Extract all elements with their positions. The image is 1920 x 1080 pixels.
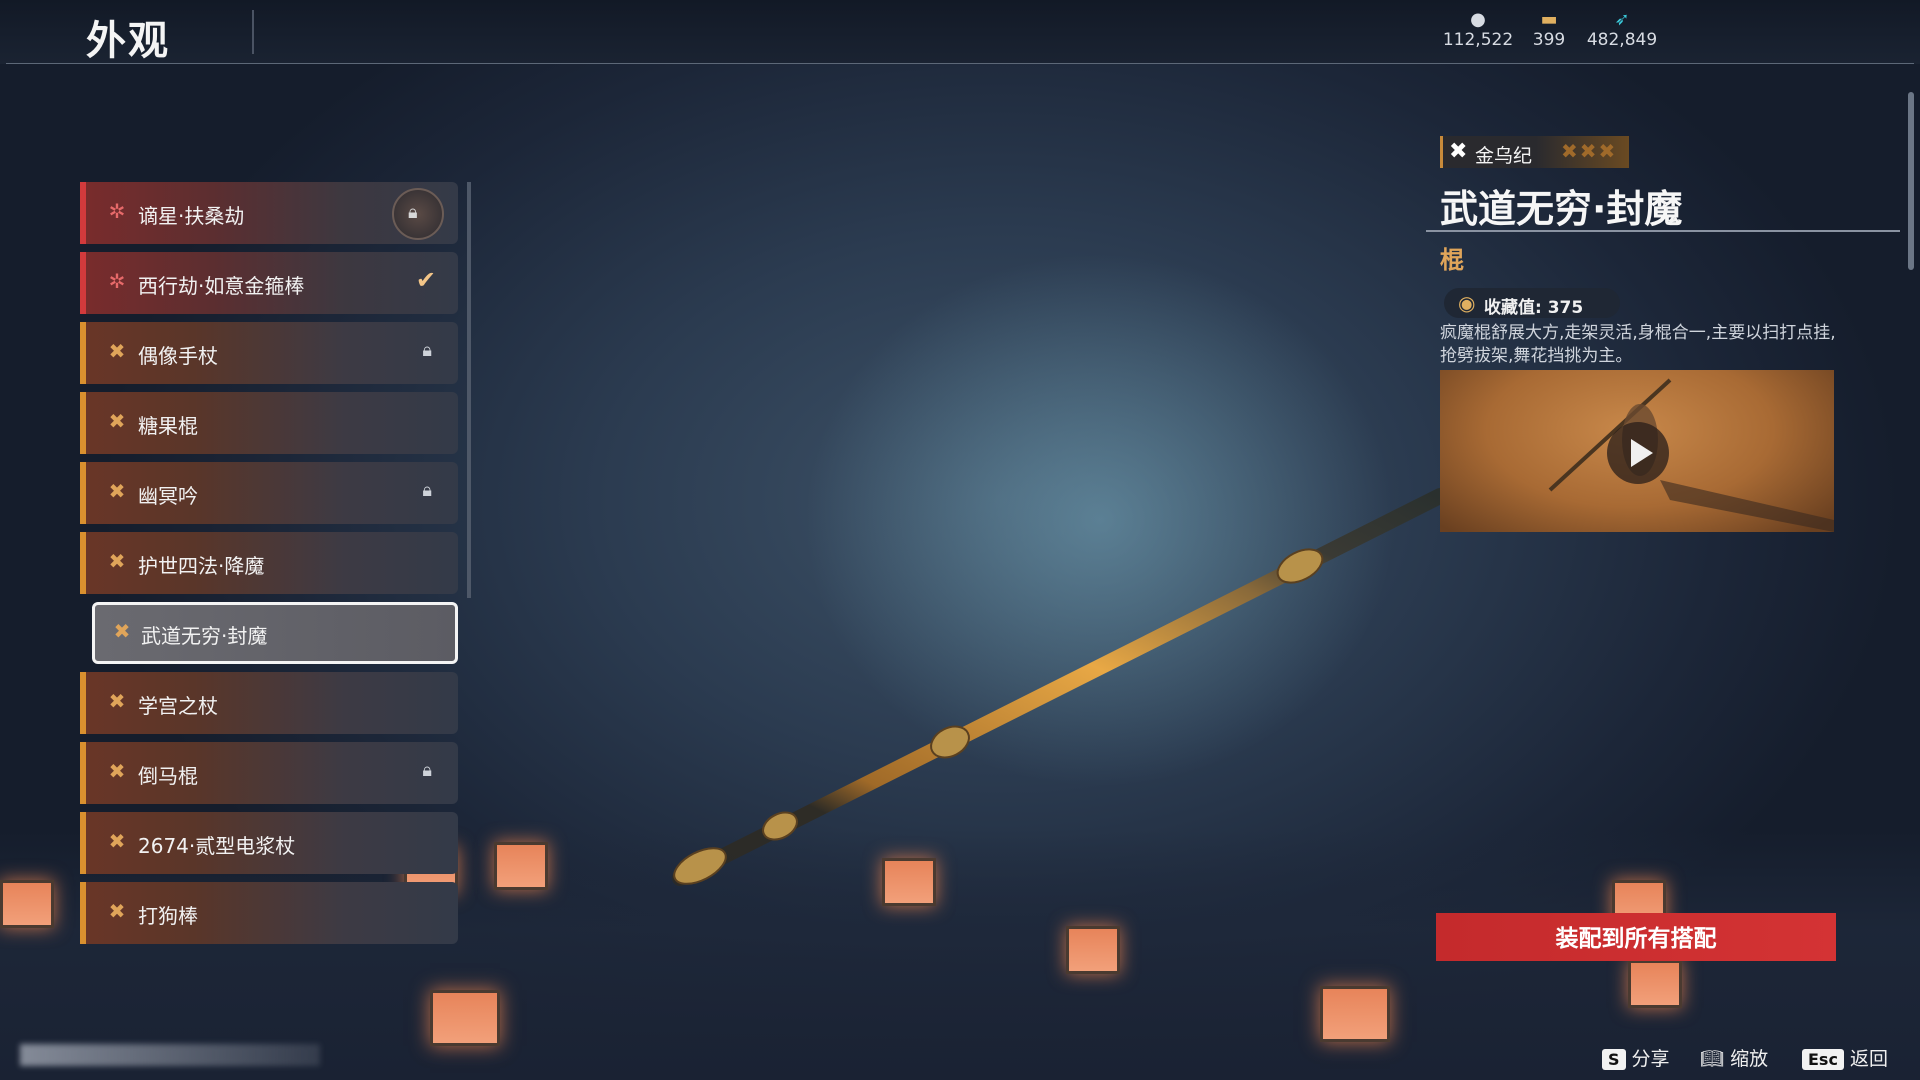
star-icon: ✲ <box>108 199 126 223</box>
lantern <box>1320 986 1390 1042</box>
cross-emblem-icon: ✖ <box>108 899 126 923</box>
detail-scrollbar[interactable] <box>1908 92 1914 270</box>
page-title: 外观 <box>86 18 170 64</box>
currency-value: 399 <box>1532 30 1566 50</box>
list-item[interactable]: ✖ 偶像手杖 🔒︎ <box>80 322 458 384</box>
top-bar: 外观 ● 112,522 ▬ 399 ➶ 482,849 <box>0 0 1920 64</box>
zoom-hint[interactable]: 📖︎ 缩放 <box>1700 1044 1768 1071</box>
list-item-label: 护世四法·降魔 <box>138 554 265 578</box>
list-item-label: 倒马棍 <box>138 764 198 788</box>
list-scrollbar[interactable] <box>467 182 471 598</box>
cross-emblem-icon: ✖ <box>108 409 126 433</box>
blurred-overlay <box>20 1044 320 1066</box>
list-item[interactable]: ✖ 倒马棍 🔒︎ <box>80 742 458 804</box>
rarity-bar <box>80 182 86 244</box>
rarity-bar <box>80 532 86 594</box>
rarity-bar <box>80 462 86 524</box>
list-item[interactable]: ✖ 打狗棒 <box>80 882 458 944</box>
list-item-label: 幽冥吟 <box>138 484 198 508</box>
currency-value: 112,522 <box>1442 30 1514 50</box>
list-item-label: 偶像手杖 <box>138 344 218 368</box>
rarity-bar <box>80 672 86 734</box>
hint-label: 缩放 <box>1730 1048 1769 1070</box>
collection-value-badge: ◉ 收藏值: 375 <box>1444 288 1620 318</box>
lantern <box>1066 926 1120 974</box>
back-hint[interactable]: Esc 返回 <box>1802 1044 1888 1071</box>
list-item-label: 打狗棒 <box>138 904 198 928</box>
currency-tickets: ▬ 399 <box>1528 9 1570 51</box>
currency-coins: ● 112,522 <box>1440 9 1516 51</box>
rarity-bar <box>80 882 86 944</box>
lantern <box>1628 960 1682 1008</box>
top-divider <box>6 63 1914 64</box>
share-hint[interactable]: S 分享 <box>1602 1044 1670 1071</box>
rarity-bar <box>80 252 86 314</box>
lantern <box>494 842 548 890</box>
list-item[interactable]: ✖ 2674·贰型电浆杖 <box>80 812 458 874</box>
list-item-label: 武道无穷·封魔 <box>141 624 268 648</box>
item-name: 武道无穷·封魔 <box>1440 187 1683 231</box>
lock-icon: 🔒︎ <box>422 760 432 781</box>
rarity-bar <box>80 812 86 874</box>
lock-icon: 🔒︎ <box>408 202 418 223</box>
list-item[interactable]: ✲ 西行劫·如意金箍棒 ✔ <box>80 252 458 314</box>
list-item-selected[interactable]: ✖ 武道无穷·封魔 <box>92 602 458 664</box>
skin-list[interactable]: ✲ 谪星·扶桑劫 🔒︎ ✲ 西行劫·如意金箍棒 ✔ ✖ 偶像手杖 🔒︎ ✖ 糖果… <box>80 182 462 952</box>
lock-badge: 🔒︎ <box>392 188 444 240</box>
hint-label: 分享 <box>1631 1048 1670 1070</box>
rarity-bar <box>80 742 86 804</box>
era-decoration-icon: ✖✖✖ <box>1561 139 1618 163</box>
lantern <box>882 858 936 906</box>
lantern <box>0 880 54 928</box>
collection-value: 收藏值: 375 <box>1484 298 1584 318</box>
cross-emblem-icon: ✖ <box>113 619 131 643</box>
preview-video[interactable] <box>1440 370 1834 532</box>
list-item[interactable]: ✖ 学宫之杖 <box>80 672 458 734</box>
title-divider <box>252 10 254 54</box>
cross-emblem-icon: ✖ <box>108 829 126 853</box>
scroll-ticket-icon: ▬ <box>1540 9 1558 30</box>
play-icon[interactable] <box>1607 422 1669 484</box>
list-item[interactable]: ✖ 糖果棍 <box>80 392 458 454</box>
feather-icon: ➶ <box>1614 9 1630 30</box>
list-item-label: 2674·贰型电浆杖 <box>138 834 296 858</box>
cross-emblem-icon: ✖ <box>108 339 126 363</box>
equip-all-button[interactable]: 装配到所有搭配 <box>1436 913 1836 961</box>
lantern <box>430 990 500 1046</box>
coin-icon: ● <box>1470 9 1486 30</box>
rarity-bar <box>80 392 86 454</box>
star-icon: ✲ <box>108 269 126 293</box>
name-divider <box>1426 230 1900 232</box>
currency-value: 482,849 <box>1586 30 1658 50</box>
item-type: 棍 <box>1440 246 1464 274</box>
list-item[interactable]: ✖ 幽冥吟 🔒︎ <box>80 462 458 524</box>
cross-emblem-icon: ✖ <box>108 759 126 783</box>
list-item-label: 学宫之杖 <box>138 694 218 718</box>
list-item[interactable]: ✖ 护世四法·降魔 <box>80 532 458 594</box>
book-icon: 📖︎ <box>1700 1048 1725 1070</box>
cross-emblem-icon: ✖ <box>108 479 126 503</box>
cross-emblem-icon: ✖ <box>1449 139 1468 164</box>
item-description: 疯魔棍舒展大方,走架灵活,身棍合一,主要以扫打点挂,抢劈拔架,舞花挡挑为主。 <box>1440 323 1836 366</box>
key-esc: Esc <box>1802 1049 1844 1070</box>
era-tag: ✖ 金乌纪 ✖✖✖ <box>1440 136 1629 168</box>
cross-emblem-icon: ✖ <box>108 549 126 573</box>
cross-emblem-icon: ✖ <box>108 689 126 713</box>
list-item-label: 糖果棍 <box>138 414 198 438</box>
list-item[interactable]: ✲ 谪星·扶桑劫 🔒︎ <box>80 182 458 244</box>
check-icon: ✔ <box>415 266 436 294</box>
key-s: S <box>1602 1049 1626 1070</box>
rarity-bar <box>80 322 86 384</box>
collection-icon: ◉ <box>1458 291 1476 315</box>
lock-icon: 🔒︎ <box>422 340 432 361</box>
lock-icon: 🔒︎ <box>422 480 432 501</box>
hint-label: 返回 <box>1849 1048 1888 1070</box>
list-item-label: 谪星·扶桑劫 <box>138 204 245 228</box>
currency-feathers: ➶ 482,849 <box>1584 9 1660 51</box>
list-item-label: 西行劫·如意金箍棒 <box>138 274 305 298</box>
era-label: 金乌纪 <box>1475 145 1533 167</box>
